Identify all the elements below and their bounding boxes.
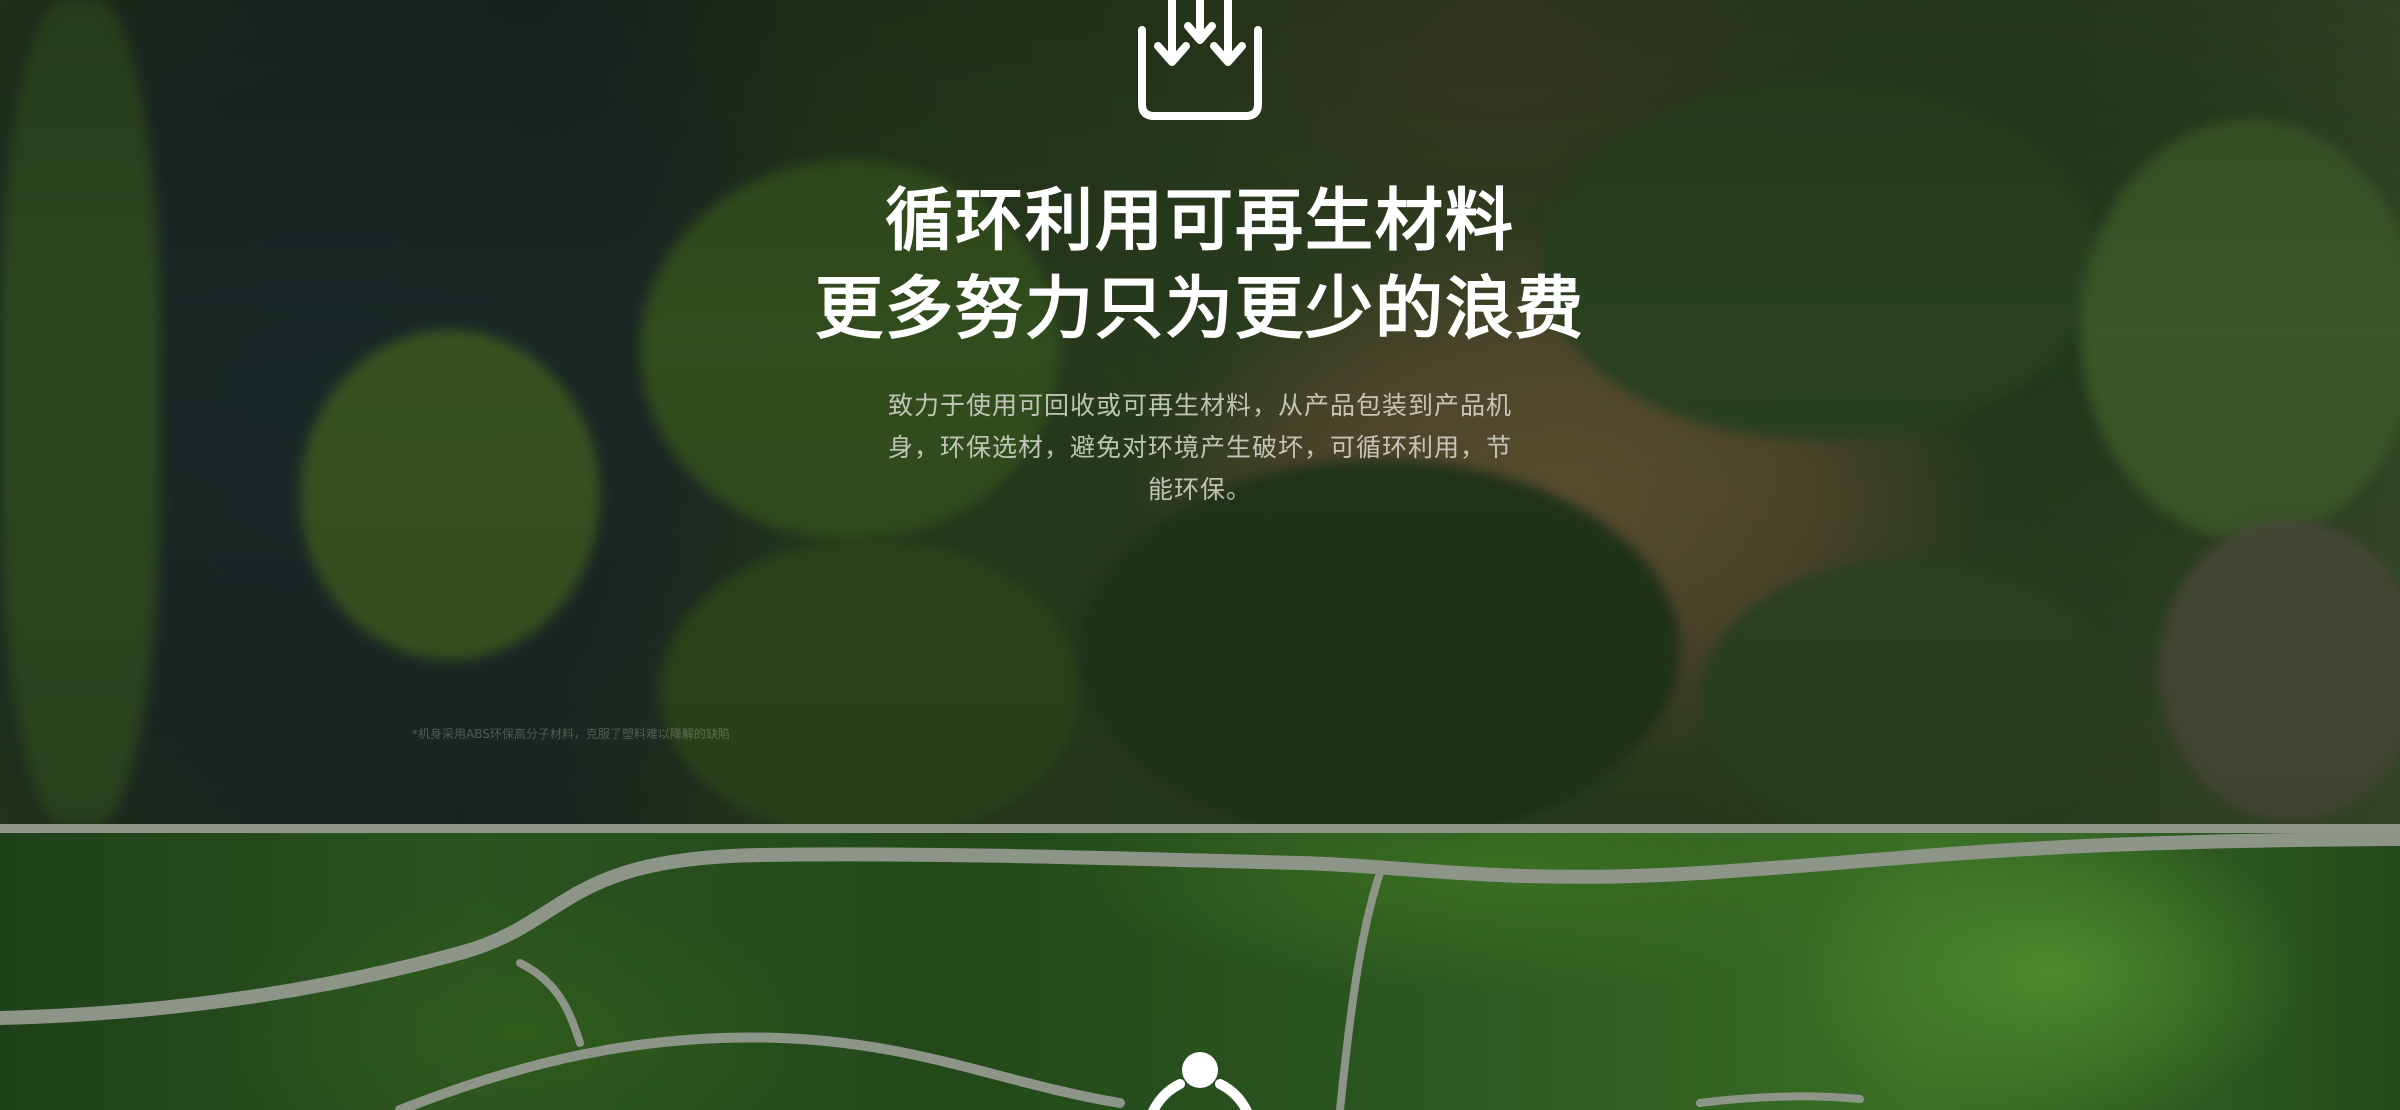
headline-line-2: 更多努力只为更少的浪费 [814, 270, 1585, 349]
section-description: 致力于使用可回收或可再生材料，从产品包装到产品机身，环保选材，避免对环境产生破坏… [887, 391, 1512, 504]
download-tray-icon [1138, 0, 1262, 120]
recycle-section: 循环利用可再生材料 更多努力只为更少的浪费 致力于使用可回收或可再生材料，从产品… [0, 0, 2400, 824]
page: 循环利用可再生材料 更多努力只为更少的浪费 致力于使用可回收或可再生材料，从产品… [0, 0, 2400, 1110]
person-circle-icon [1148, 1052, 1252, 1110]
section-footnote: *机身采用ABS环保高分子材料，克服了塑料难以降解的缺陷 [412, 727, 730, 741]
section-headline: 循环利用可再生材料 更多努力只为更少的浪费 [600, 178, 1800, 354]
headline-line-1: 循环利用可再生材料 [884, 182, 1515, 261]
section-divider [0, 824, 2400, 833]
